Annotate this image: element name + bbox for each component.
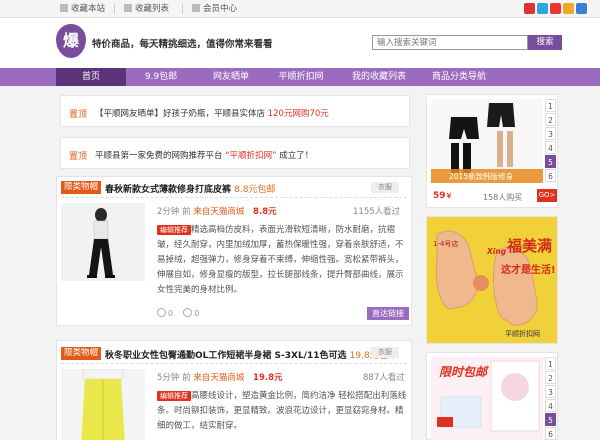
comment-icon[interactable] (183, 308, 193, 317)
ad-promo-line: 这才是生活! (501, 265, 556, 276)
deal-badge: 限类物帽 (61, 347, 102, 360)
ad-store-label: 1-4号店 (433, 240, 459, 248)
list-icon (124, 4, 132, 12)
direct-link-button[interactable]: 直达链接 (367, 307, 409, 320)
ad-pager: 1 2 3 4 5 6 (545, 357, 556, 440)
deal-badge: 限类物帽 (61, 181, 102, 194)
pinned-tag: 置顶 (69, 110, 88, 120)
pager-item[interactable]: 3 (545, 127, 556, 140)
pager-item-active[interactable]: 5 (545, 155, 556, 168)
ad-go-button[interactable]: GO> (537, 189, 557, 202)
search-input[interactable] (372, 35, 528, 50)
bookmark-icon (60, 4, 68, 12)
ad-promo-title: 福美满 (507, 237, 553, 255)
pager-item-active[interactable]: 5 (545, 413, 556, 426)
like-count: 0 (168, 309, 174, 318)
pinned-tag: 置顶 (69, 152, 88, 162)
site-slogan: 特价商品，每天精挑细选，值得你常来看看 (92, 39, 273, 50)
nav-discount-site[interactable]: 平顺折扣网 (266, 68, 336, 86)
ad-site-name: 平顺折扣网 (505, 330, 540, 338)
deal-card: 限类物帽 秋冬职业女性包臀通勤OL工作短裙半身裙 S-3XL/11色可选 19.… (56, 340, 412, 440)
ad-price: 59 (433, 191, 446, 201)
sidebar-ad-banner-2[interactable]: 1-4号店 Xing 福美满 这才是生活! 平顺折扣网 (426, 216, 558, 344)
search-button[interactable]: 搜索 (528, 35, 562, 50)
weibo-icon[interactable] (524, 3, 535, 14)
product-image[interactable] (61, 369, 145, 440)
view-count: 1155人看过 (353, 207, 401, 217)
ad-buyers: 158人购买 (483, 193, 523, 202)
leather-pants-photo (61, 203, 145, 281)
pager-item[interactable]: 1 (545, 99, 556, 112)
pager-item[interactable]: 6 (545, 169, 556, 182)
deal-card: 限类物帽 春秋新款女式薄款修身打底皮裤 8.8元包邮 衣服 2分钟 前 来自天猫… (56, 176, 412, 326)
post-time: 5分钟 前 (157, 373, 191, 383)
ad-caption: 2015新款韩版修身 (449, 172, 514, 181)
deal-title[interactable]: 春秋新款女式薄款修身打底皮裤 (105, 185, 231, 195)
notice-1[interactable]: 置顶 【平顺网友晒单】好孩子奶瓶，平顺县实体店 120元网购70元 (60, 95, 410, 127)
ad-brand: Xing (487, 247, 507, 256)
bookmark-site-link[interactable]: 收藏本站 (60, 3, 105, 15)
main-nav: 首页 9.9包邮 网友晒单 平顺折扣网 我的收藏列表 商品分类导航 (0, 68, 600, 86)
deal-price: 8.8元 (253, 207, 277, 217)
post-time: 2分钟 前 (157, 207, 191, 217)
pager-item[interactable]: 4 (545, 141, 556, 154)
ad-product-image[interactable]: 2015新款韩版修身 (431, 99, 543, 183)
qq-zone-icon[interactable] (550, 3, 561, 14)
sidebar-ad-slider-1: 2015新款韩版修身 1 2 3 4 5 6 59￥ 158人购买 GO> (426, 94, 558, 208)
ad-pager: 1 2 3 4 5 6 (545, 99, 556, 183)
like-icon[interactable] (157, 308, 166, 317)
shop-source[interactable]: 来自天猫商城 (193, 207, 244, 217)
nav-9-9[interactable]: 9.9包邮 (126, 68, 196, 86)
deal-description: 高腰线设计，塑造黄金比例，简约洁净 轻松搭配出利落线条。时尚铆扣装饰，更显精致。… (157, 391, 407, 431)
nav-my-favorites[interactable]: 我的收藏列表 (336, 68, 422, 86)
deal-title[interactable]: 秋冬职业女性包臀通勤OL工作短裙半身裙 S-3XL/11色可选 (105, 351, 347, 361)
renren-icon[interactable] (576, 3, 587, 14)
comment-count: 0 (194, 309, 200, 318)
pager-item[interactable]: 3 (545, 385, 556, 398)
deal-price: 19.8元 (253, 373, 283, 383)
pager-item[interactable]: 2 (545, 371, 556, 384)
site-header: 爆 特价商品，每天精挑细选，值得你常来看看 搜索 (0, 18, 600, 68)
category-pill[interactable]: 衣服 (371, 347, 399, 358)
notice-2[interactable]: 置顶 平顺县第一家免费的网购推荐平台 “平顺折扣网” 成立了！ (60, 137, 410, 169)
view-count: 887人看过 (363, 373, 405, 383)
nav-categories[interactable]: 商品分类导航 (422, 68, 496, 86)
category-pill[interactable]: 衣服 (371, 182, 399, 193)
pager-item[interactable]: 2 (545, 113, 556, 126)
pager-item[interactable]: 6 (545, 427, 556, 440)
ad-product-image[interactable]: 限时包邮 (431, 357, 543, 440)
favorites-list-link[interactable]: 收藏列表 (124, 3, 169, 15)
nav-user-shares[interactable]: 网友晒单 (196, 68, 266, 86)
pager-item[interactable]: 1 (545, 357, 556, 370)
ad-promo-title: 限时包邮 (439, 365, 488, 379)
sidebar-ad-slider-3: 限时包邮 1 2 3 4 5 6 (426, 352, 558, 440)
rss-icon[interactable] (563, 3, 574, 14)
pager-item[interactable]: 4 (545, 399, 556, 412)
site-logo[interactable]: 爆 (56, 24, 86, 58)
deal-description: 精选高档仿皮料，表面光滑软短清晰，防水耐磨，抗褶皱，经久耐穿，内里加绒加厚，蓄热… (157, 225, 404, 295)
product-image[interactable] (61, 203, 145, 281)
user-icon (192, 4, 200, 12)
top-bar: 收藏本站 收藏列表 会员中心 (0, 0, 600, 18)
member-center-link[interactable]: 会员中心 (192, 3, 237, 15)
tencent-weibo-icon[interactable] (537, 3, 548, 14)
nav-home[interactable]: 首页 (56, 68, 126, 86)
deal-price-tag: 8.8元包邮 (234, 185, 276, 195)
shop-source[interactable]: 来自天猫商城 (193, 373, 244, 383)
yellow-skirt-photo (61, 369, 145, 440)
